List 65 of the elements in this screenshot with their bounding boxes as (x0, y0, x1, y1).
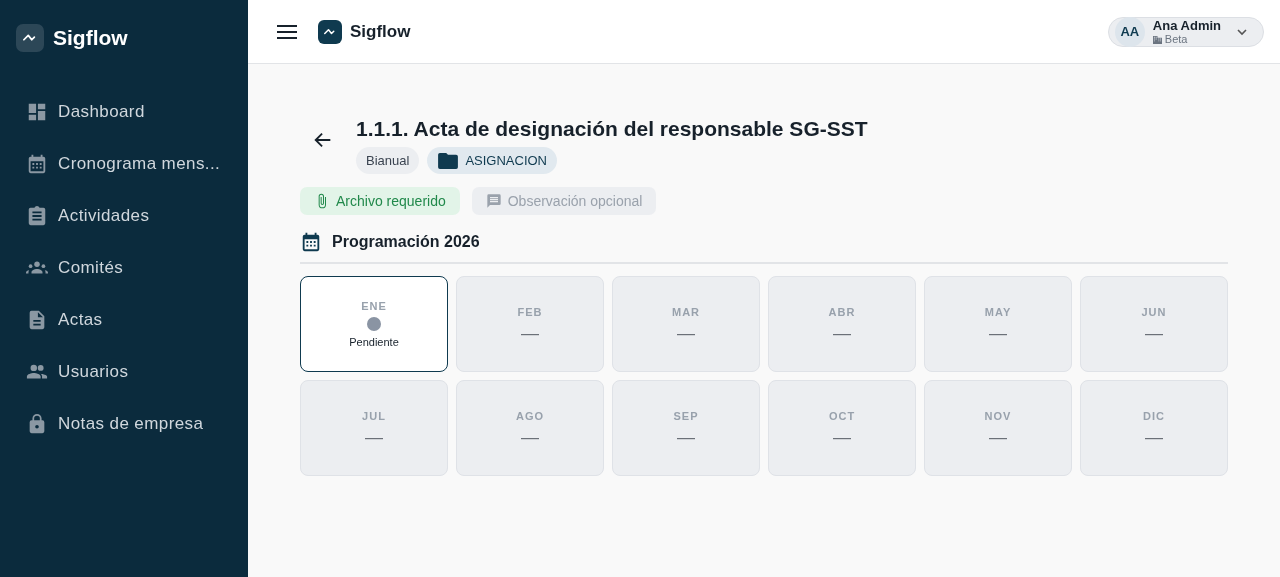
sidebar-item[interactable]: Comités (0, 242, 248, 294)
sidebar-item[interactable]: Actividades (0, 190, 248, 242)
empty-value: — (521, 428, 539, 446)
month-label: DIC (1143, 410, 1165, 422)
comment-icon (485, 193, 502, 209)
month-label: FEB (517, 306, 543, 318)
month-card[interactable]: JUN — (1080, 276, 1228, 372)
empty-value: — (1145, 324, 1163, 342)
empty-value: — (833, 428, 851, 446)
status-label: Pendiente (349, 336, 399, 348)
month-label: OCT (828, 410, 856, 422)
logo-icon (318, 19, 342, 44)
section-title: Programación 2026 (332, 233, 480, 251)
empty-value: — (521, 324, 539, 342)
empty-value: — (677, 324, 695, 342)
requirement-chip: Archivo requerido (300, 187, 460, 215)
month-card[interactable]: FEB — (456, 276, 604, 372)
empty-value: — (989, 428, 1007, 446)
calendar-icon (26, 153, 48, 175)
month-label: JUN (1141, 306, 1167, 318)
page-title: 1.1.1. Acta de designación del responsable SG-SST (356, 117, 868, 141)
user-menu-button[interactable]: AA Ana Admin Beta (1107, 16, 1264, 47)
sidebar-item[interactable]: Usuarios (0, 346, 248, 398)
brand-name: Sigflow (53, 26, 128, 50)
requirement-chip: Observación opcional (471, 187, 657, 215)
month-card[interactable]: ENE Pendiente (300, 276, 448, 372)
clipboard-icon (26, 205, 48, 227)
empty-value: — (677, 428, 695, 446)
month-label: NOV (984, 410, 1012, 422)
organization-name: Beta (1164, 33, 1188, 45)
month-label: AGO (515, 410, 545, 422)
month-label: MAR (671, 306, 701, 318)
sidebar-item[interactable]: Cronograma mens... (0, 138, 248, 190)
avatar: AA (1114, 16, 1145, 47)
category-tag: ASIGNACION (427, 147, 557, 174)
month-card[interactable]: MAR — (612, 276, 760, 372)
month-card[interactable]: ABR — (768, 276, 916, 372)
month-label: JUL (362, 410, 386, 422)
frequency-tag: Bianual (356, 147, 420, 174)
sidebar-item[interactable]: Actas (0, 294, 248, 346)
menu-icon[interactable] (276, 23, 298, 40)
calendar-icon (300, 231, 322, 253)
month-label: SEP (673, 410, 699, 422)
month-card[interactable]: DIC — (1080, 380, 1228, 476)
dashboard-icon (26, 101, 48, 123)
month-label: MAY (984, 306, 1012, 318)
empty-value: — (365, 428, 383, 446)
sidebar-item[interactable]: Notas de empresa (0, 398, 248, 450)
month-label: ENE (361, 300, 387, 312)
month-label: ABR (828, 306, 856, 318)
month-card[interactable]: OCT — (768, 380, 916, 476)
month-card[interactable]: MAY — (924, 276, 1072, 372)
month-card[interactable]: JUL — (300, 380, 448, 476)
user-name: Ana Admin (1152, 18, 1221, 33)
empty-value: — (833, 324, 851, 342)
empty-value: — (989, 324, 1007, 342)
brand-name: Sigflow (350, 21, 411, 42)
month-card[interactable]: AGO — (456, 380, 604, 476)
month-card[interactable]: SEP — (612, 380, 760, 476)
building-icon (1152, 34, 1162, 44)
folder-icon (437, 151, 460, 170)
month-card[interactable]: NOV — (924, 380, 1072, 476)
empty-value: — (1145, 428, 1163, 446)
sidebar-item[interactable]: Dashboard (0, 86, 248, 138)
logo-icon (16, 24, 44, 52)
